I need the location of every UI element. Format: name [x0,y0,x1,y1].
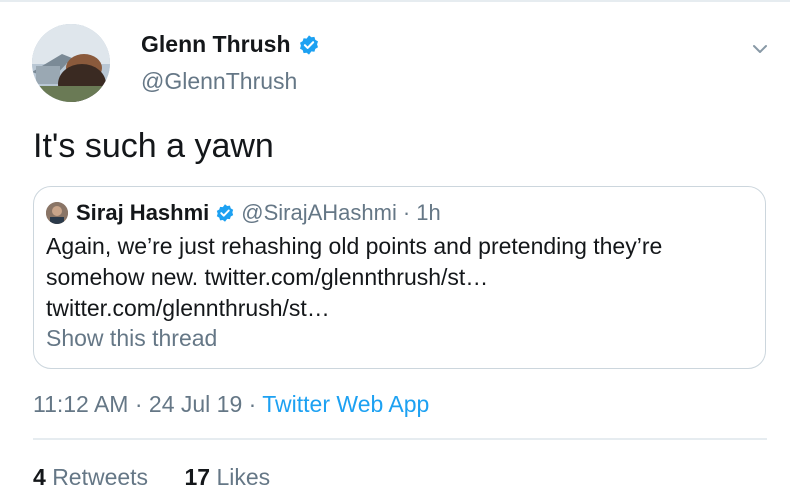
stats-divider [33,438,767,440]
tweet-source-link[interactable]: Twitter Web App [262,391,429,417]
author-avatar[interactable] [32,24,110,102]
tweet-metadata: 11:12 AM · 24 Jul 19 · Twitter Web App [33,391,429,418]
show-thread-link[interactable]: Show this thread [46,325,217,352]
quoted-tweet-card[interactable]: Siraj Hashmi @SirajAHashmi · 1h Again, w… [33,186,766,369]
chevron-down-icon[interactable] [749,38,771,60]
verified-badge-icon [298,34,320,56]
retweets-label: Retweets [52,464,149,490]
author-handle[interactable]: @GlennThrush [141,68,297,95]
verified-badge-icon [215,203,235,223]
quoted-author-handle: @SirajAHashmi [241,200,397,225]
likes-label: Likes [216,464,271,490]
quoted-author-name: Siraj Hashmi [76,200,210,225]
quoted-tweet-text: Again, we’re just rehashing old points a… [46,233,663,321]
tweet-stats: 4 Retweets 17 Likes [33,464,270,491]
quoted-timestamp: 1h [416,200,441,225]
quoted-separator: · [402,200,411,225]
top-divider [0,0,790,2]
likes-stat[interactable]: 17 Likes [184,464,270,491]
author-display-name[interactable]: Glenn Thrush [141,31,291,58]
quoted-tweet-header: Siraj Hashmi @SirajAHashmi · 1h [46,200,441,226]
retweets-count: 4 [33,464,46,490]
author-name[interactable]: Glenn Thrush [141,31,320,58]
tweet-text: It's such a yawn [33,127,274,165]
retweets-stat[interactable]: 4 Retweets [33,464,148,491]
tweet-timestamp[interactable]: 11:12 AM · 24 Jul 19 · [33,391,262,417]
likes-count: 17 [184,464,211,490]
quoted-author-avatar [46,202,68,224]
